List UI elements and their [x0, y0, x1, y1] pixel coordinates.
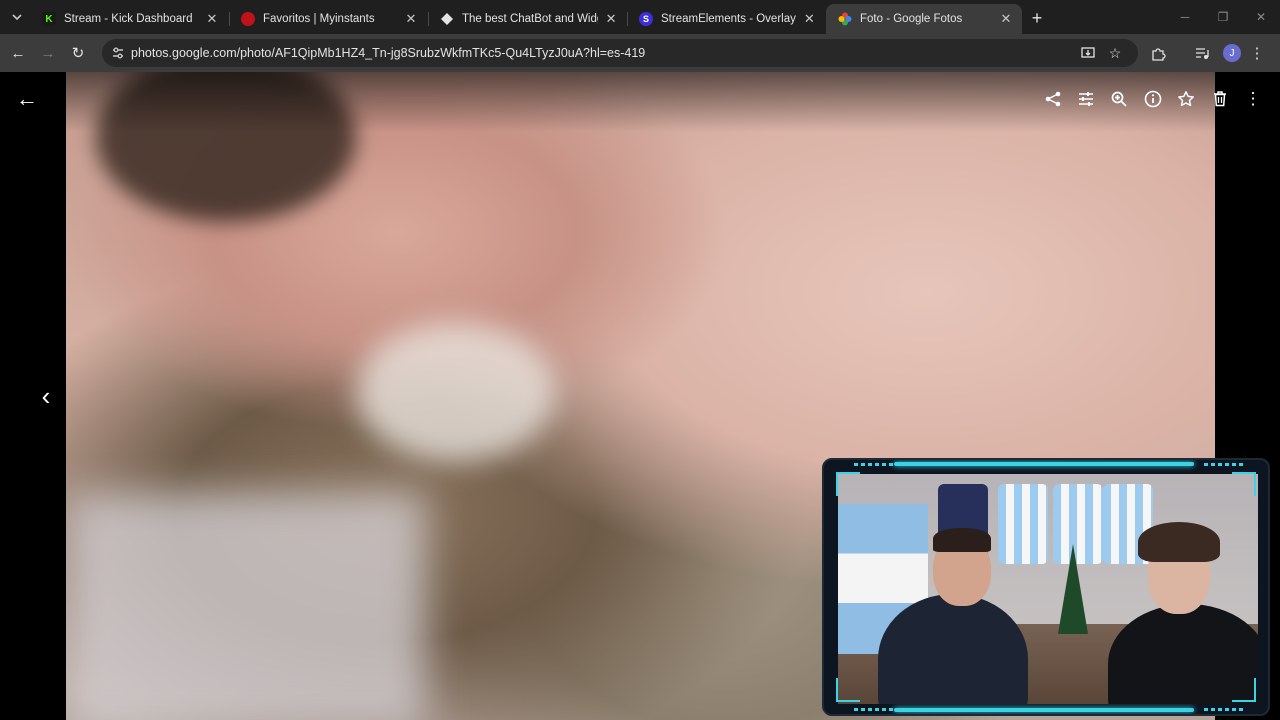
close-window-button[interactable]: ✕: [1242, 0, 1280, 34]
photo-region-dog: [356, 322, 556, 462]
arrow-right-icon: →: [40, 44, 56, 62]
streamlabs-icon: [440, 12, 454, 26]
close-tab-icon[interactable]: ✕: [403, 11, 419, 27]
tab-chatbot[interactable]: The best ChatBot and Widgets ✕: [428, 4, 626, 34]
info-icon: [1144, 90, 1162, 108]
forward-button[interactable]: →: [36, 41, 60, 65]
favorite-icon: [1178, 91, 1194, 107]
zoom-button[interactable]: [1107, 87, 1131, 111]
bookmark-star-icon[interactable]: ☆: [1105, 43, 1125, 63]
arrow-left-icon: ←: [16, 86, 38, 111]
cam-jersey: [998, 484, 1048, 564]
reload-button[interactable]: ↻: [66, 41, 90, 65]
more-icon: ⋮: [1244, 89, 1262, 108]
more-options-button[interactable]: ⋮: [1241, 87, 1265, 111]
share-icon: [1045, 91, 1061, 107]
puzzle-icon: [1151, 47, 1166, 61]
extensions-button[interactable]: [1146, 41, 1170, 65]
browser-toolbar: ← → ↻ photos.google.com/photo/AF1QipMb1H…: [0, 34, 1280, 72]
tab-google-photos[interactable]: Foto - Google Fotos ✕: [826, 4, 1022, 34]
photo-region-sheet: [66, 492, 426, 720]
edit-icon: [1079, 92, 1093, 106]
overlay-corner: [836, 678, 860, 702]
info-button[interactable]: [1141, 87, 1165, 111]
tab-title: Favoritos | Myinstants: [263, 13, 375, 25]
avatar-initial: J: [1229, 47, 1235, 59]
browser-menu-button[interactable]: ⋮: [1245, 41, 1269, 65]
media-controls-button[interactable]: [1190, 41, 1214, 65]
cam-jersey: [1053, 484, 1103, 564]
overlay-corner: [1232, 472, 1256, 496]
restore-button[interactable]: ❐: [1204, 0, 1242, 34]
restore-icon: ❐: [1217, 10, 1229, 24]
zoom-icon: [1111, 91, 1127, 107]
webcam-overlay: [822, 458, 1270, 716]
overlay-bottom-bar: [894, 708, 1194, 712]
webcam-feed: [838, 474, 1258, 704]
cam-person-right-hair: [1138, 522, 1220, 562]
overlay-dash: [1204, 708, 1244, 711]
close-tab-icon[interactable]: ✕: [998, 11, 1014, 27]
address-bar[interactable]: photos.google.com/photo/AF1QipMb1HZ4_Tn-…: [102, 39, 1138, 67]
tab-streamelements[interactable]: S StreamElements - Overlays ✕: [627, 4, 825, 34]
overlay-corner: [836, 472, 860, 496]
overlay-top-bar: [894, 462, 1194, 466]
tab-title: The best ChatBot and Widgets: [462, 13, 598, 25]
queue-music-icon: [1195, 47, 1209, 59]
minimize-icon: ─: [1180, 10, 1190, 24]
share-button[interactable]: [1041, 87, 1065, 111]
plus-icon: +: [1031, 7, 1043, 28]
reload-icon: ↻: [71, 45, 85, 62]
tab-myinstants[interactable]: Favoritos | Myinstants ✕: [229, 4, 427, 34]
cam-person-left-hair: [933, 528, 991, 552]
favorite-button[interactable]: [1174, 87, 1198, 111]
back-button[interactable]: ←: [6, 41, 30, 65]
tab-search-button[interactable]: [6, 6, 28, 28]
minimize-button[interactable]: ─: [1166, 0, 1204, 34]
tab-title: Foto - Google Fotos: [860, 13, 963, 25]
kick-icon: K: [42, 12, 56, 26]
tab-title: StreamElements - Overlays: [661, 13, 796, 25]
overlay-dash: [854, 708, 894, 711]
install-app-icon[interactable]: [1078, 43, 1098, 63]
google-photos-icon: [838, 12, 852, 26]
edit-button[interactable]: [1074, 87, 1098, 111]
tab-title: Stream - Kick Dashboard: [64, 13, 193, 25]
delete-icon: [1214, 91, 1226, 107]
tab-kick-dashboard[interactable]: K Stream - Kick Dashboard ✕: [30, 4, 228, 34]
previous-photo-button[interactable]: ‹: [32, 380, 60, 411]
profile-avatar[interactable]: J: [1223, 44, 1241, 62]
close-tab-icon[interactable]: ✕: [604, 11, 618, 27]
more-vertical-icon: ⋮: [1249, 45, 1265, 62]
overlay-dash: [1204, 463, 1244, 466]
arrow-left-icon: ←: [10, 44, 26, 62]
url-text: photos.google.com/photo/AF1QipMb1HZ4_Tn-…: [131, 46, 646, 60]
overlay-corner: [1232, 678, 1256, 702]
close-icon: ✕: [1255, 10, 1267, 24]
close-tab-icon[interactable]: ✕: [802, 11, 817, 27]
streamelements-icon: S: [639, 12, 653, 26]
new-tab-button[interactable]: +: [1026, 7, 1048, 29]
viewer-back-button[interactable]: ←: [14, 86, 40, 112]
tab-strip: K Stream - Kick Dashboard ✕ Favoritos | …: [0, 0, 1280, 34]
site-info-icon[interactable]: [108, 43, 128, 63]
chevron-left-icon: ‹: [41, 380, 51, 411]
myinstants-icon: [241, 12, 255, 26]
overlay-dash: [854, 463, 894, 466]
delete-button[interactable]: [1208, 87, 1232, 111]
chevron-down-icon: [12, 14, 22, 21]
close-tab-icon[interactable]: ✕: [204, 11, 220, 27]
